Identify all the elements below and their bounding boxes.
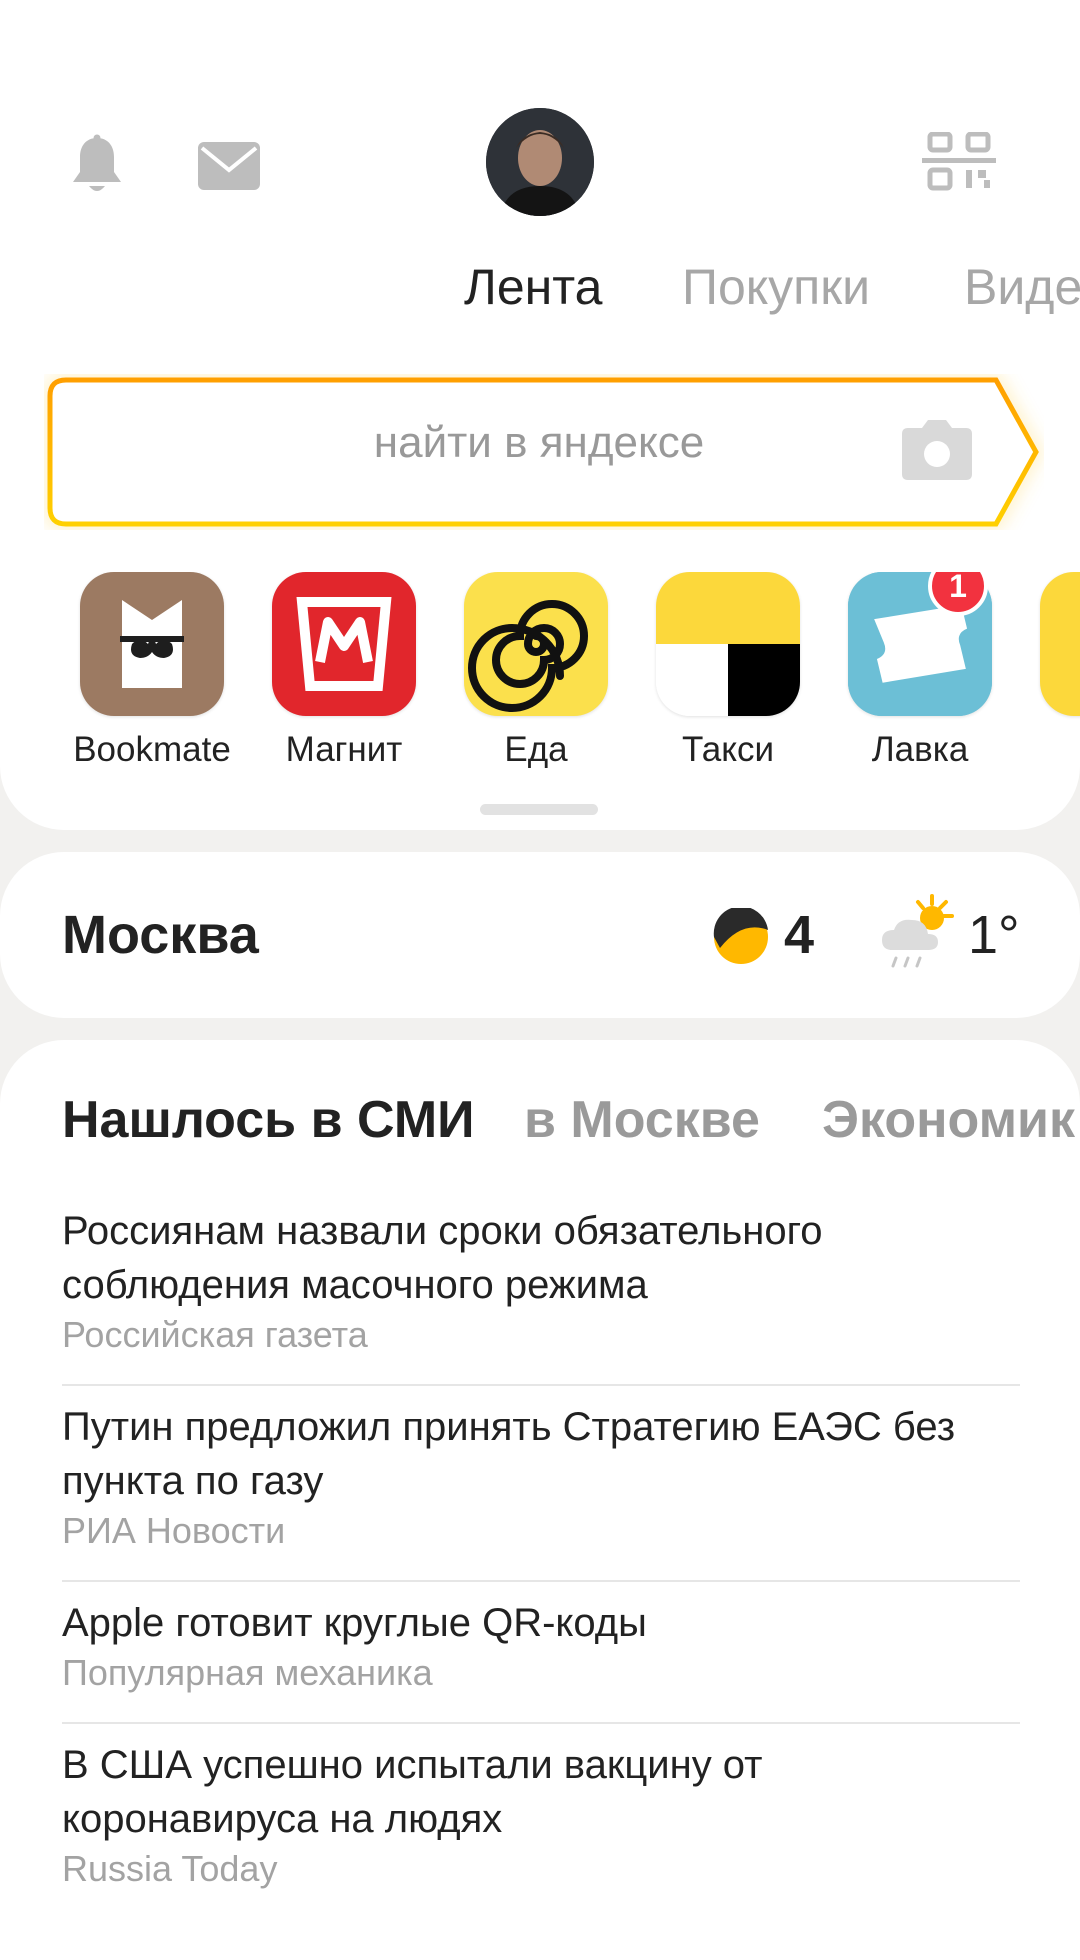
tab-news-economy[interactable]: Экономик — [822, 1090, 1075, 1150]
temperature: 1° — [968, 905, 1020, 965]
app-taxi[interactable]: Такси — [632, 572, 824, 770]
taxi-icon — [656, 572, 800, 716]
news-title[interactable]: В США успешно испытали вакцину от корона… — [62, 1738, 1020, 1846]
qr-scanner-icon[interactable] — [922, 132, 996, 192]
main-tabs: Лента Покупки Виде — [0, 258, 1080, 328]
sun-cloud-rain-icon — [876, 892, 960, 976]
news-item[interactable]: Путин предложил принять Стратегию ЕАЭС б… — [62, 1386, 1020, 1582]
tab-lenta[interactable]: Лента — [464, 258, 602, 316]
lavka-icon: 1 — [848, 572, 992, 716]
top-card: Лента Покупки Виде найти в яндексе Bookm… — [0, 0, 1080, 830]
app-label: Такси — [681, 730, 775, 769]
app-lavka[interactable]: 1 Лавка — [824, 572, 1016, 770]
partial-app-icon — [1040, 572, 1080, 716]
app-label: Магнит — [285, 730, 403, 769]
tab-pokupki[interactable]: Покупки — [682, 258, 870, 316]
mail-icon[interactable] — [194, 136, 264, 196]
app-magnit[interactable]: Магнит — [248, 572, 440, 770]
app-eda[interactable]: Еда — [440, 572, 632, 770]
user-avatar[interactable] — [486, 108, 594, 216]
news-tabs: Нашлось в СМИ в Москве Экономик — [0, 1090, 1080, 1170]
tab-video[interactable]: Виде — [964, 258, 1080, 316]
news-source: Российская газета — [62, 1314, 368, 1355]
news-title[interactable]: Путин предложил принять Стратегию ЕАЭС б… — [62, 1400, 1020, 1508]
news-source: Популярная механика — [62, 1652, 433, 1693]
news-title[interactable]: Apple готовит круглые QR-коды — [62, 1596, 1020, 1650]
news-title[interactable]: Россиянам назвали сроки обязательного со… — [62, 1204, 1020, 1312]
app-label: Bookmate — [73, 730, 231, 769]
news-item[interactable]: Apple готовит круглые QR-коды Популярная… — [62, 1582, 1020, 1724]
magnit-icon — [272, 572, 416, 716]
bookmate-icon — [80, 572, 224, 716]
city-name: Москва — [62, 905, 259, 965]
app-partial[interactable]: До — [1016, 572, 1080, 770]
search-input[interactable]: найти в яндексе — [44, 418, 1034, 468]
tab-news-moscow[interactable]: в Москве — [524, 1090, 760, 1150]
app-label: Лавка — [871, 730, 969, 769]
camera-icon[interactable] — [900, 418, 974, 482]
app-label: До — [1016, 730, 1080, 770]
news-list: Россиянам назвали сроки обязательного со… — [62, 1190, 1020, 1918]
services-row: Bookmate Магнит Еда Такси 1 Лавка — [0, 572, 1080, 782]
app-bookmate[interactable]: Bookmate — [56, 572, 248, 770]
news-item[interactable]: Россиянам назвали сроки обязательного со… — [62, 1190, 1020, 1386]
bell-icon[interactable] — [62, 130, 132, 200]
news-card: Нашлось в СМИ в Москве Экономик Россияна… — [0, 1040, 1080, 1960]
traffic-score: 4 — [784, 905, 815, 965]
tab-news-media[interactable]: Нашлось в СМИ — [62, 1090, 475, 1150]
traffic-icon — [712, 906, 770, 966]
news-source: Russia Today — [62, 1848, 278, 1889]
weather-card[interactable]: Москва 4 1° — [0, 852, 1080, 1018]
eda-icon — [464, 572, 608, 716]
news-item[interactable]: В США успешно испытали вакцину от корона… — [62, 1724, 1020, 1918]
search-bar[interactable]: найти в яндексе — [44, 374, 1044, 530]
app-label: Еда — [504, 730, 568, 769]
news-source: РИА Новости — [62, 1510, 286, 1551]
drag-handle[interactable] — [480, 804, 598, 815]
